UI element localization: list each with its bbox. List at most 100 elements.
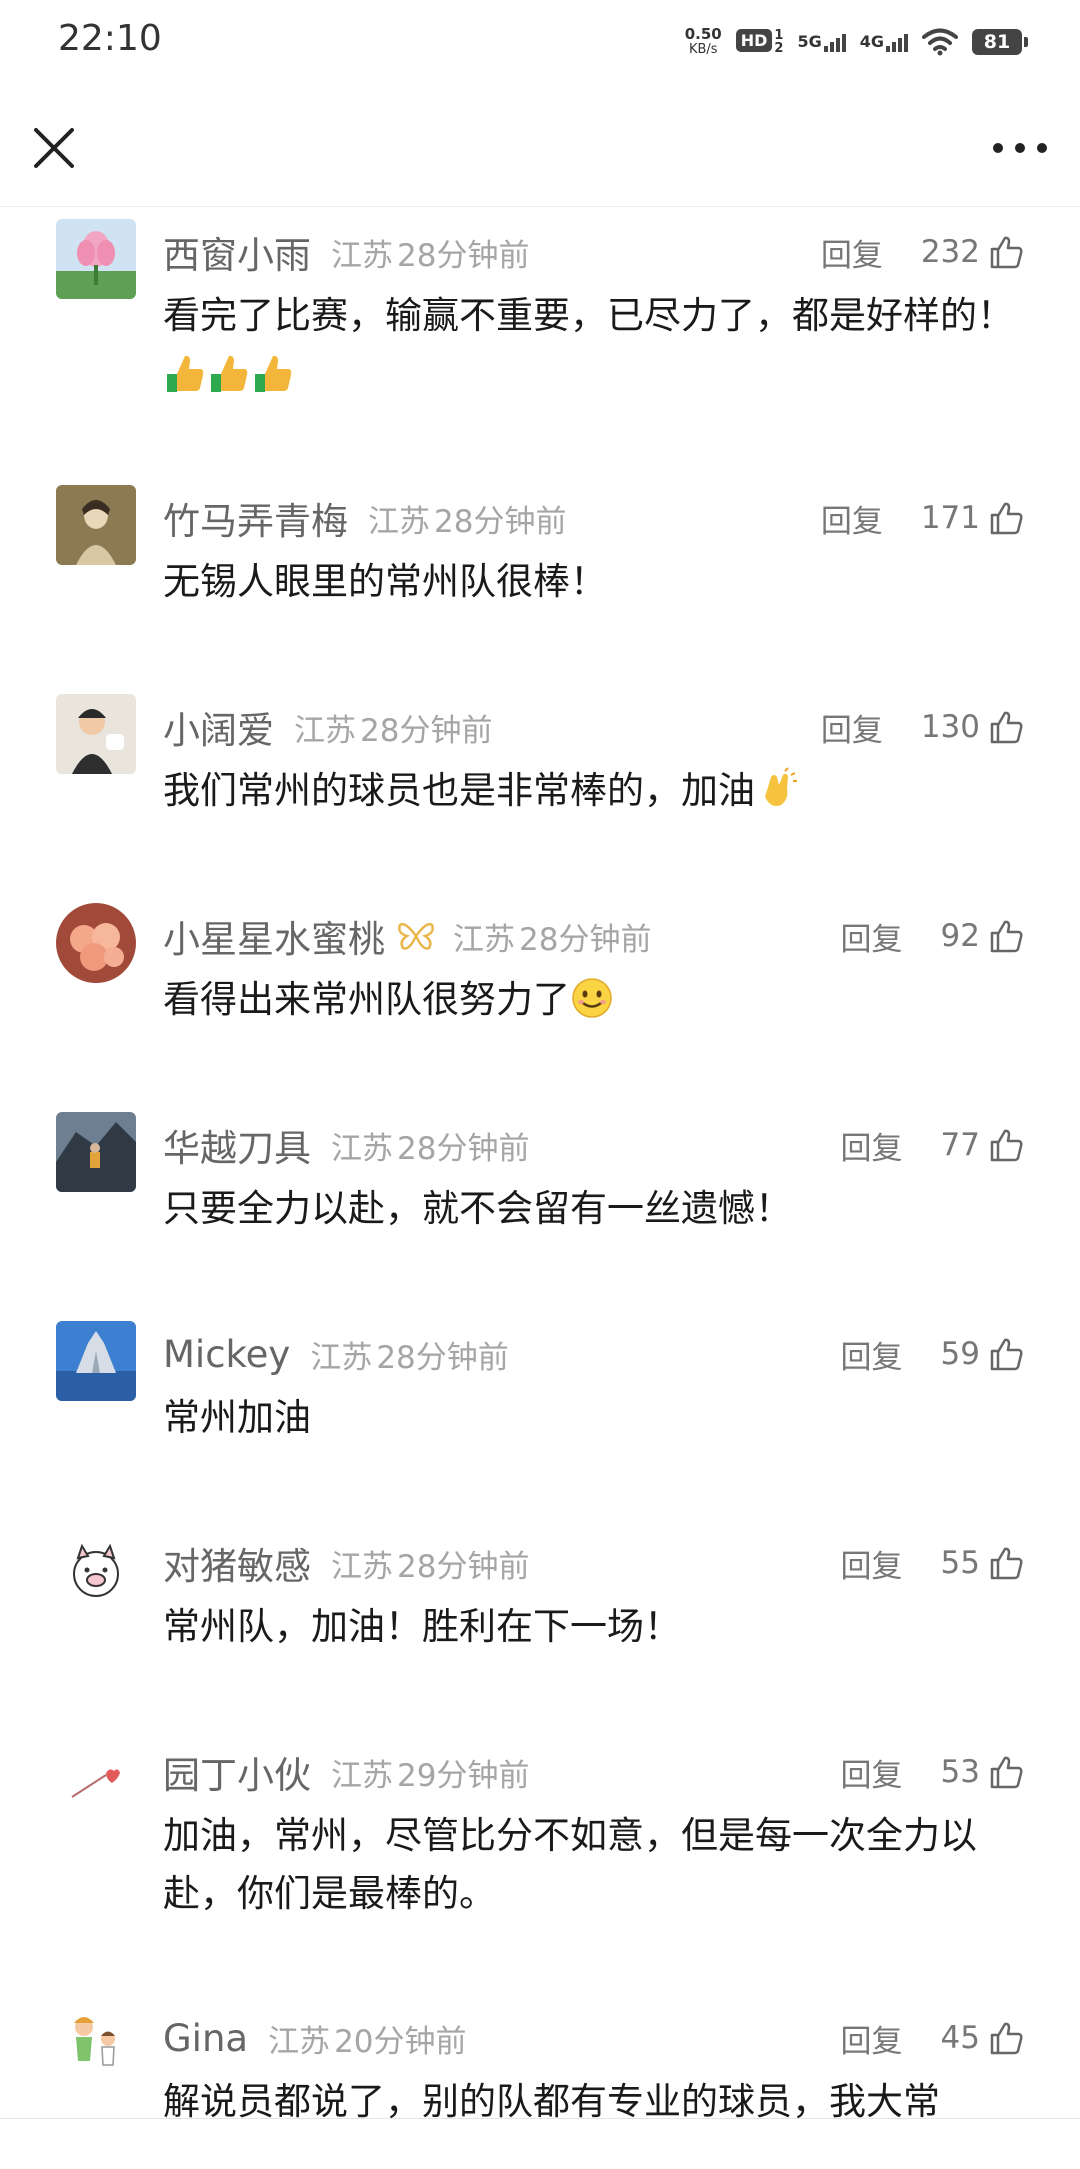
comment-username[interactable]: 华越刀具 <box>163 1118 311 1172</box>
painting-avatar[interactable] <box>56 485 136 565</box>
child-avatar[interactable] <box>56 694 136 774</box>
hd-voice-icon: HD 1 2 <box>735 29 784 56</box>
reply-button[interactable]: 回复 <box>841 1541 903 1586</box>
thumbs-up-icon <box>211 355 248 392</box>
comment-text-content: 解说员都说了，别的队都有专业的球员，我大常 <box>163 2080 940 2123</box>
signal-5g-icon: 5G <box>797 32 846 52</box>
comment-text-content: 看得出来常州队很努力了 <box>163 978 570 1021</box>
like-thumb-icon[interactable] <box>988 500 1024 536</box>
top-nav <box>0 86 1080 207</box>
peach-avatar[interactable] <box>56 903 136 983</box>
comment-header: 小阔爱 江苏 28分钟前 回复 130 <box>163 702 1024 752</box>
comment-text-content: 加油，常州，尽管比分不如意，但是每一次全力以赴，你们是最棒的。 <box>163 1814 977 1915</box>
thumbs-up-icon <box>255 355 292 392</box>
signal-4g-icon: 4G <box>860 32 908 52</box>
pig-avatar[interactable] <box>56 1530 136 1610</box>
heart-arrow-avatar[interactable] <box>56 1739 136 1819</box>
comment-header: 小星星水蜜桃 江苏 28分钟前 回复 92 <box>163 911 1024 961</box>
comment-time: 28分钟前 <box>360 712 493 749</box>
like-count: 59 <box>940 1336 980 1372</box>
kids-avatar[interactable] <box>56 2005 136 2085</box>
comment-text-content: 常州加油 <box>163 1396 311 1439</box>
comment-time: 28分钟前 <box>397 237 530 274</box>
like-thumb-icon[interactable] <box>988 918 1024 954</box>
comment-text: 常州队，加油！胜利在下一场！ <box>163 1598 1033 1656</box>
comment-text: 只要全力以赴，就不会留有一丝遗憾！ <box>163 1180 1033 1238</box>
like-count: 232 <box>920 234 980 270</box>
comment-text-content: 看完了比赛，输赢不重要，已尽力了，都是好样的！ <box>163 294 1014 337</box>
comment-header: 对猪敏感 江苏 28分钟前 回复 55 <box>163 1538 1024 1588</box>
comment-time: 28分钟前 <box>376 1339 509 1376</box>
comment-username[interactable]: 园丁小伙 <box>163 1745 311 1799</box>
castle-avatar[interactable] <box>56 1321 136 1401</box>
comment-username[interactable]: 对猪敏感 <box>163 1536 311 1590</box>
comment-location: 江苏 <box>331 237 393 274</box>
like-count: 55 <box>940 1545 980 1581</box>
reply-button[interactable]: 回复 <box>841 1332 903 1377</box>
reply-button[interactable]: 回复 <box>821 705 883 750</box>
comment-text: 加油，常州，尽管比分不如意，但是每一次全力以赴，你们是最棒的。 <box>163 1807 1033 1923</box>
hd-label: HD <box>735 29 773 52</box>
comment-text: 无锡人眼里的常州队很棒！ <box>163 553 1033 611</box>
like-count: 130 <box>920 709 980 745</box>
reply-button[interactable]: 回复 <box>821 496 883 541</box>
comment-time: 28分钟前 <box>397 1548 530 1585</box>
lotus-avatar[interactable] <box>56 219 136 299</box>
reply-button[interactable]: 回复 <box>841 914 903 959</box>
comment-username[interactable]: 小星星水蜜桃 <box>163 909 385 963</box>
comment-username[interactable]: Gina <box>163 2017 248 2060</box>
comment-location: 江苏 <box>294 712 356 749</box>
more-options-icon[interactable] <box>990 130 1050 166</box>
comment-username[interactable]: 竹马弄青梅 <box>163 491 348 545</box>
like-count: 92 <box>940 918 980 954</box>
comment-location: 江苏 <box>331 1130 393 1167</box>
like-thumb-icon[interactable] <box>988 1336 1024 1372</box>
comment-text-content: 只要全力以赴，就不会留有一丝遗憾！ <box>163 1187 792 1230</box>
like-count: 53 <box>940 1754 980 1790</box>
reply-button[interactable]: 回复 <box>841 2016 903 2061</box>
network-speed-value: 0.50 <box>684 25 722 43</box>
reply-button[interactable]: 回复 <box>841 1123 903 1168</box>
bottom-action-bar <box>0 2118 1080 2169</box>
comment-location: 江苏 <box>331 1757 393 1794</box>
like-thumb-icon[interactable] <box>988 1127 1024 1163</box>
network-speed: 0.50 KB/s <box>685 26 722 58</box>
comment-time: 29分钟前 <box>397 1757 530 1794</box>
comment-location: 江苏 <box>453 921 515 958</box>
comment-header: 竹马弄青梅 江苏 28分钟前 回复 171 <box>163 493 1024 543</box>
thumbs-up-icon <box>167 355 204 392</box>
comment-header: Mickey 江苏 28分钟前 回复 59 <box>163 1329 1024 1379</box>
comment-location: 江苏 <box>268 2023 331 2060</box>
butterfly-badge-icon <box>398 922 434 950</box>
like-thumb-icon[interactable] <box>988 234 1024 270</box>
comment-location: 江苏 <box>310 1339 373 1376</box>
comment-time: 28分钟前 <box>519 921 652 958</box>
comment-text: 看完了比赛，输赢不重要，已尽力了，都是好样的！ <box>163 287 1033 403</box>
comment-header: 华越刀具 江苏 28分钟前 回复 77 <box>163 1120 1024 1170</box>
like-thumb-icon[interactable] <box>988 1754 1024 1790</box>
comment-username[interactable]: Mickey <box>163 1333 290 1376</box>
like-thumb-icon[interactable] <box>988 2020 1024 2056</box>
comment-text: 看得出来常州队很努力了 <box>163 971 1033 1029</box>
clapping-hands-icon <box>765 767 797 806</box>
comment-username[interactable]: 西窗小雨 <box>163 225 311 279</box>
like-thumb-icon[interactable] <box>988 709 1024 745</box>
like-count: 171 <box>920 500 980 536</box>
comment-text-content: 无锡人眼里的常州队很棒！ <box>163 560 607 603</box>
hd-sub-bottom: 2 <box>774 41 784 56</box>
comment-time: 28分钟前 <box>397 1130 530 1167</box>
reply-button[interactable]: 回复 <box>821 230 883 275</box>
net2-label: 4G <box>859 32 884 51</box>
close-icon[interactable] <box>30 124 78 172</box>
comment-text-content: 常州队，加油！胜利在下一场！ <box>163 1605 681 1648</box>
like-thumb-icon[interactable] <box>988 1545 1024 1581</box>
comment-text: 常州加油 <box>163 1389 1033 1447</box>
rock-avatar[interactable] <box>56 1112 136 1192</box>
comment-text-content: 我们常州的球员也是非常棒的，加油 <box>163 769 755 812</box>
smile-face-icon <box>572 978 612 1018</box>
reply-button[interactable]: 回复 <box>841 1750 903 1795</box>
comment-header: 园丁小伙 江苏 29分钟前 回复 53 <box>163 1747 1024 1797</box>
comment-text: 我们常州的球员也是非常棒的，加油 <box>163 762 1033 820</box>
wifi-icon <box>922 28 958 56</box>
comment-username[interactable]: 小阔爱 <box>163 700 274 754</box>
